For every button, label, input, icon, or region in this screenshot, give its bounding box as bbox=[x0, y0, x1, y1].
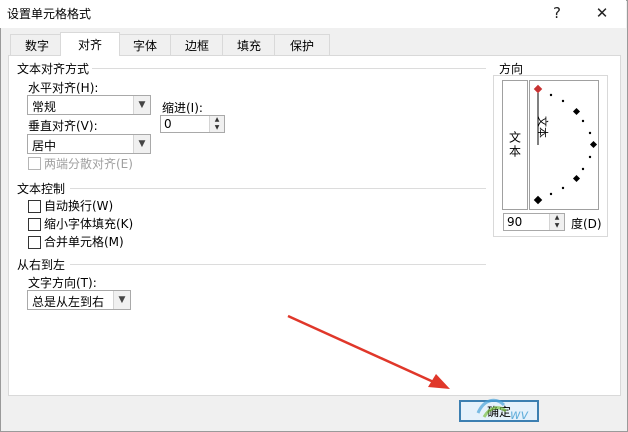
orientation-dial-graphic bbox=[533, 84, 598, 205]
section-divider bbox=[70, 264, 486, 265]
vertical-text-label: 文本 bbox=[507, 131, 522, 159]
chevron-down-icon: ▼ bbox=[133, 96, 150, 114]
horizontal-align-value: 常规 bbox=[32, 100, 57, 114]
dial-text: 文本 bbox=[536, 116, 549, 138]
degree-spinner[interactable]: 90 ▲ ▼ bbox=[503, 213, 565, 231]
title-bar: 设置单元格格式 ? ✕ bbox=[0, 0, 626, 28]
spin-down-icon[interactable]: ▼ bbox=[210, 124, 224, 132]
vertical-align-label: 垂直对齐(V): bbox=[28, 119, 98, 133]
orientation-dial[interactable]: 文本 bbox=[529, 80, 599, 210]
spinner-buttons[interactable]: ▲ ▼ bbox=[549, 214, 564, 230]
red-arrow-annotation bbox=[287, 314, 450, 389]
close-button[interactable]: ✕ bbox=[588, 2, 616, 24]
close-icon: ✕ bbox=[595, 4, 609, 22]
shrink-to-fit-checkbox[interactable] bbox=[28, 218, 41, 231]
degree-label: 度(D) bbox=[571, 217, 602, 231]
spin-up-icon[interactable]: ▲ bbox=[210, 116, 224, 124]
tab-fill[interactable]: 填充 bbox=[222, 34, 276, 55]
text-alignment-heading: 文本对齐方式 bbox=[17, 62, 90, 76]
wrap-text-checkbox[interactable] bbox=[28, 200, 41, 213]
dialog-title: 设置单元格格式 bbox=[7, 7, 92, 21]
vertical-text-button[interactable]: 文本 bbox=[502, 80, 528, 210]
text-direction-label: 文字方向(T): bbox=[28, 276, 97, 290]
distributed-label: 两端分散对齐(E) bbox=[44, 157, 133, 171]
chevron-down-icon: ▼ bbox=[113, 291, 130, 309]
horizontal-align-label: 水平对齐(H): bbox=[28, 81, 99, 95]
watermark-logo: wv bbox=[476, 398, 529, 423]
vertical-align-value: 居中 bbox=[32, 139, 57, 153]
merge-cells-label: 合并单元格(M) bbox=[44, 235, 124, 249]
spinner-buttons[interactable]: ▲ ▼ bbox=[209, 116, 224, 132]
text-direction-value: 总是从左到右 bbox=[32, 295, 105, 309]
svg-text:wv: wv bbox=[510, 408, 529, 423]
section-divider bbox=[70, 188, 486, 189]
tab-number[interactable]: 数字 bbox=[10, 34, 64, 55]
wrap-text-label: 自动换行(W) bbox=[44, 199, 114, 213]
tab-protection[interactable]: 保护 bbox=[274, 34, 330, 55]
section-divider bbox=[92, 68, 486, 69]
vertical-align-select[interactable]: 居中 ▼ bbox=[27, 134, 151, 154]
tab-alignment[interactable]: 对齐 bbox=[60, 32, 120, 56]
indent-label: 缩进(I): bbox=[162, 101, 203, 115]
rtl-heading: 从右到左 bbox=[17, 258, 66, 272]
spin-down-icon[interactable]: ▼ bbox=[550, 222, 564, 230]
tab-font[interactable]: 字体 bbox=[118, 34, 172, 55]
distributed-checkbox[interactable] bbox=[28, 157, 41, 170]
horizontal-align-select[interactable]: 常规 ▼ bbox=[27, 95, 151, 115]
degree-value: 90 bbox=[507, 215, 523, 229]
tab-border[interactable]: 边框 bbox=[170, 34, 224, 55]
text-direction-select[interactable]: 总是从左到右 ▼ bbox=[27, 290, 131, 310]
indent-spinner[interactable]: 0 ▲ ▼ bbox=[160, 115, 225, 133]
help-button[interactable]: ? bbox=[543, 2, 571, 24]
indent-value: 0 bbox=[164, 117, 172, 131]
spin-up-icon[interactable]: ▲ bbox=[550, 214, 564, 222]
merge-cells-checkbox[interactable] bbox=[28, 236, 41, 249]
text-control-heading: 文本控制 bbox=[17, 182, 66, 196]
chevron-down-icon: ▼ bbox=[133, 135, 150, 153]
shrink-to-fit-label: 缩小字体填充(K) bbox=[44, 217, 134, 231]
dial-handle[interactable] bbox=[533, 84, 543, 94]
